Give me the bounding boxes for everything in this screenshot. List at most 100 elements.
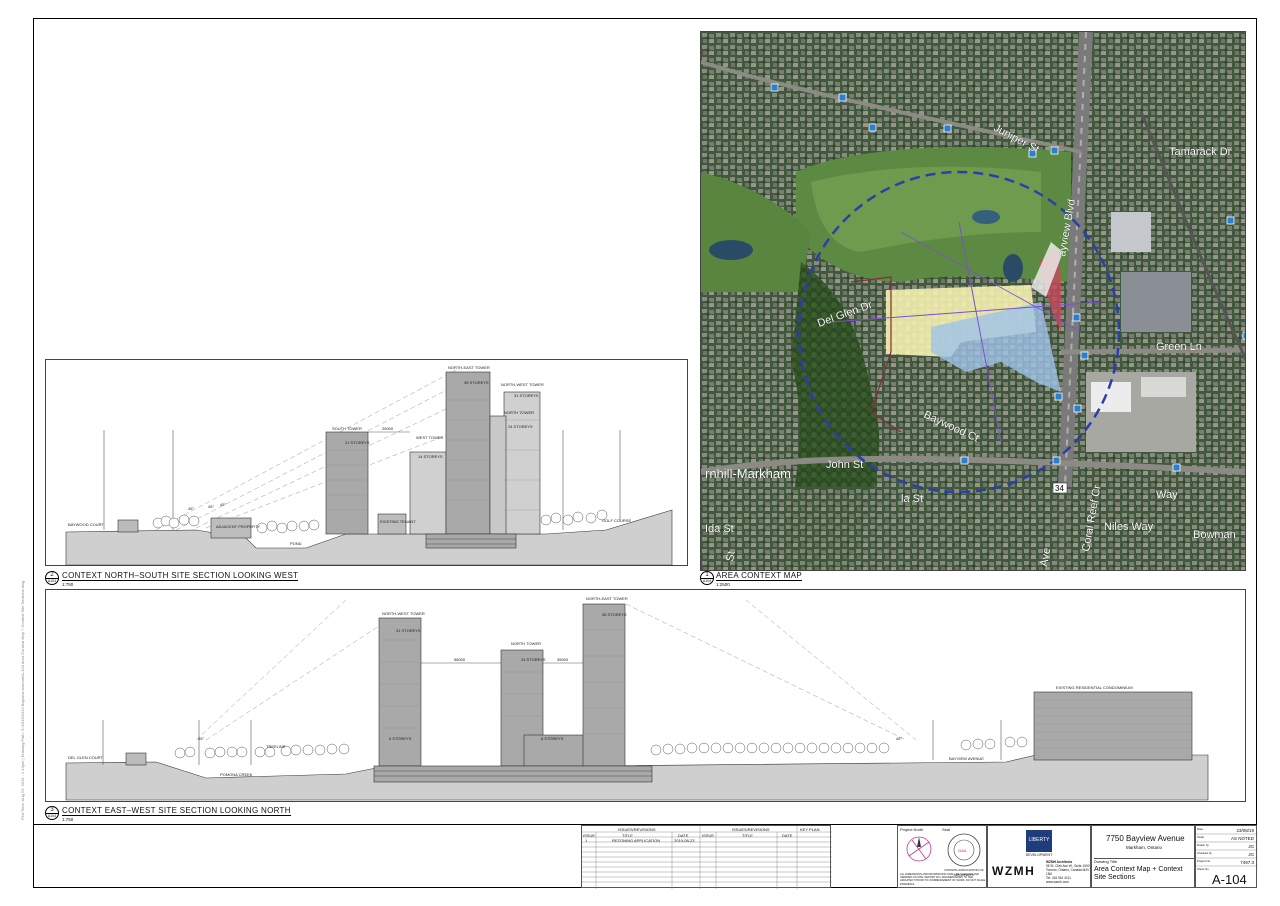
checked-label: Checked by bbox=[1197, 851, 1212, 855]
project-location: Markham, Ontario bbox=[1126, 845, 1163, 850]
ns-label-west-tower: WEST TOWER bbox=[416, 435, 443, 440]
ew-label-nw-storeys: 31 STOREYS bbox=[396, 628, 421, 633]
ew-label-n-tower: NORTH TOWER bbox=[511, 641, 541, 646]
svg-text:OAA: OAA bbox=[958, 848, 967, 853]
ns-label-ang1: 45° bbox=[188, 506, 194, 511]
ns-label-ne-storeys: 38 STOREYS bbox=[464, 380, 489, 385]
street-john: John St bbox=[826, 459, 863, 471]
ew-view-title: CONTEXT EAST–WEST SITE SECTION LOOKING N… bbox=[62, 806, 291, 816]
issues-table: ISSUES/REVISIONS ISSUES/REVISIONS ISSUE … bbox=[581, 825, 832, 889]
street-thornhill: rnhill-Markham bbox=[705, 466, 791, 481]
section-ew-panel: DEL GLEN COURT POMONA CREEK TREELINE NOR… bbox=[45, 589, 1246, 802]
street-way: Way bbox=[1156, 489, 1178, 501]
section-ns-panel: BAYWOOD COURT ADJACENT PROPERTY POND EXI… bbox=[45, 359, 688, 566]
firm-addr-2: Toronto, Ontario, Canada M4V 1N6 bbox=[1046, 868, 1090, 876]
map-view-bubble: 1 A104 bbox=[700, 571, 714, 585]
ns-view-scale: 1:750 bbox=[62, 582, 74, 587]
ew-label-ang2: 45° bbox=[896, 736, 902, 741]
ns-label-nw-tower: NORTH-WEST TOWER bbox=[501, 382, 544, 387]
firm-details: WZMH Architects 95 St. Clair Ave W., Sui… bbox=[1046, 860, 1090, 884]
drawn-label: Drawn by bbox=[1197, 843, 1209, 847]
scale-label: Scale bbox=[1197, 835, 1204, 839]
key-plan-label: KEY PLAN bbox=[800, 827, 820, 832]
street-ida: Ida St bbox=[705, 523, 734, 535]
ns-label-south-storeys: 21 STOREYS bbox=[345, 440, 370, 445]
client-name: LIBERTY bbox=[1028, 837, 1050, 843]
section-ns-drawing: BAYWOOD COURT ADJACENT PROPERTY POND EXI… bbox=[65, 365, 673, 566]
section-ew-drawing: DEL GLEN COURT POMONA CREEK TREELINE NOR… bbox=[65, 596, 1209, 801]
ns-label-nw-storeys: 31 STOREYS bbox=[514, 393, 539, 398]
ns-view-bubble: 2 A104 bbox=[45, 571, 59, 585]
aerial-photo: Juniper St Tamarack Dr Green Ln Del Glen… bbox=[701, 32, 1245, 570]
firm-web: www.wzmh.com bbox=[1046, 880, 1069, 884]
project-no-label: Project No. bbox=[1197, 859, 1211, 863]
title-block: ISSUES/REVISIONS ISSUES/REVISIONS ISSUE … bbox=[33, 824, 1258, 889]
ns-label-pond: POND bbox=[290, 541, 302, 546]
date-label: Date bbox=[1197, 827, 1203, 831]
vertical-margin-text: Plot Time: Aug 23, 2019 - 2:12pm | Drawi… bbox=[20, 580, 25, 820]
client-sub: DEVELOPMENT bbox=[1025, 853, 1053, 857]
street-tamarack: Tamarack Dr bbox=[1169, 146, 1232, 158]
drawing-title-label: Drawing Title bbox=[1094, 858, 1194, 864]
ew-view-bubble: 3 A104 bbox=[45, 806, 59, 820]
ew-label-treeline: TREELINE bbox=[266, 744, 286, 749]
ew-label-bayview: BAYVIEW AVENUE bbox=[949, 756, 984, 761]
ns-label-n-storeys: 24 STOREYS bbox=[508, 424, 533, 429]
ew-label-ne-tower: NORTH-EAST TOWER bbox=[586, 596, 628, 601]
client-logo: LIBERTY bbox=[1026, 830, 1052, 852]
issues-grid bbox=[582, 826, 832, 889]
ns-label-south-tower: SOUTH TOWER bbox=[332, 426, 362, 431]
project-no-value: 7497.3 bbox=[1240, 860, 1254, 865]
street-bowman: Bowman bbox=[1193, 529, 1236, 541]
street-ila: la St bbox=[901, 493, 923, 505]
drawing-title-1: Area Context Map + Context bbox=[1094, 866, 1183, 873]
ns-label-existing-tenant: EXISTING TENANT bbox=[380, 519, 416, 524]
area-context-map: Juniper St Tamarack Dr Green Ln Del Glen… bbox=[700, 31, 1246, 571]
project-north-label: Project North bbox=[900, 827, 924, 832]
ew-label-podium-b: 8 STOREYS bbox=[541, 736, 564, 741]
ew-label-dim-a: 58000 bbox=[454, 657, 466, 662]
ns-label-golf: GOLF COURSE bbox=[602, 518, 631, 523]
street-niles: Niles Way bbox=[1104, 521, 1154, 533]
drawn-value: JG bbox=[1248, 844, 1254, 849]
ns-label-baywood: BAYWOOD COURT bbox=[68, 522, 104, 527]
sheet-no-label: Sheet No. bbox=[1197, 867, 1210, 871]
firm-logo: WZMH bbox=[992, 864, 1036, 878]
ew-view-scale: 1:750 bbox=[62, 817, 74, 822]
checked-value: JG bbox=[1248, 852, 1254, 857]
ew-label-podium-a: 6 STOREYS bbox=[389, 736, 412, 741]
route-marker: 34 bbox=[1055, 484, 1064, 493]
map-view-title: AREA CONTEXT MAP bbox=[716, 571, 803, 581]
ew-label-nw-tower: NORTH-WEST TOWER bbox=[382, 611, 425, 616]
ns-label-ang2: 45° bbox=[208, 504, 214, 509]
north-seal-box: Project North Seal OAA ONTARIO ASSOCIATI… bbox=[897, 825, 987, 888]
drawing-title: Area Context Map + Context Site Sections bbox=[1094, 866, 1183, 882]
ew-label-delglen: DEL GLEN COURT bbox=[68, 755, 103, 760]
seal-stamp-icon: OAA bbox=[947, 833, 981, 867]
project-title-box: 7750 Bayview Avenue Markham, Ontario Dra… bbox=[1091, 825, 1195, 888]
ew-label-condo: EXISTING RESIDENTIAL CONDOMINIUM bbox=[1056, 685, 1133, 690]
ew-label-n-storeys: 24 STOREYS bbox=[521, 657, 546, 662]
project-title: 7750 Bayview Avenue bbox=[1106, 834, 1185, 843]
ew-label-dim-b: 35000 bbox=[557, 657, 569, 662]
drawing-title-2: Site Sections bbox=[1094, 874, 1135, 881]
sheet-info-box: Date 23/08/19 Scale AS NOTED Drawn by JG… bbox=[1195, 825, 1258, 888]
date-value: 23/08/19 bbox=[1236, 828, 1254, 833]
client-firm-box: LIBERTY DEVELOPMENT WZMH WZMH Architects… bbox=[987, 825, 1091, 888]
ns-view-title: CONTEXT NORTH–SOUTH SITE SECTION LOOKING… bbox=[62, 571, 299, 581]
ew-label-ang1: 45° bbox=[198, 736, 204, 741]
ew-label-ne-storeys: 38 STOREYS bbox=[602, 612, 627, 617]
ns-label-n-tower: NORTH TOWER bbox=[504, 410, 534, 415]
ew-label-pomona: POMONA CREEK bbox=[220, 772, 253, 777]
north-arrow-icon bbox=[906, 836, 932, 862]
ns-label-dim: 25000 bbox=[382, 426, 394, 431]
ns-label-west-storeys: 14 STOREYS bbox=[418, 454, 443, 459]
ns-label-ne-tower: NORTH-EAST TOWER bbox=[448, 365, 490, 370]
general-notes: ALL DIMENSIONS AND INFORMATION SHALL BE … bbox=[900, 873, 986, 886]
street-st: St bbox=[724, 550, 738, 562]
map-view-scale: 1:2500 bbox=[716, 582, 730, 587]
sheet-number: A-104 bbox=[1212, 872, 1247, 887]
ns-label-adjacent: ADJACENT PROPERTY bbox=[216, 524, 260, 529]
ns-label-ang3: 45° bbox=[220, 502, 226, 507]
scale-value: AS NOTED bbox=[1230, 836, 1254, 841]
